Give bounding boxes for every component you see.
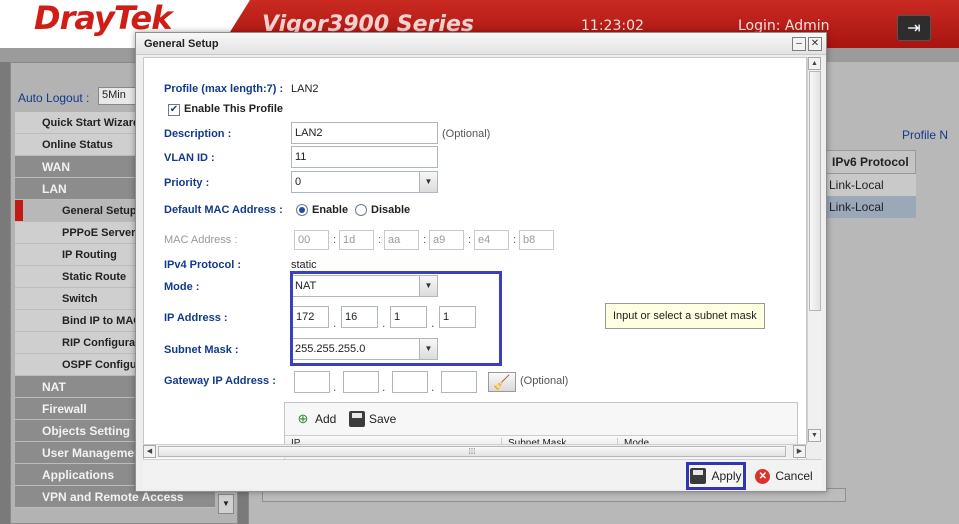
- mac-octet-1[interactable]: 00: [294, 230, 329, 250]
- sidebar-item-user-management[interactable]: User Management: [15, 442, 135, 464]
- vlan-id-input[interactable]: 11: [291, 146, 438, 168]
- mode-label: Mode :: [164, 281, 200, 293]
- default-mac-enable-label: Enable: [312, 204, 349, 216]
- scroll-down-icon[interactable]: ▼: [808, 429, 821, 442]
- ipv4-protocol-label: IPv4 Protocol :: [164, 259, 242, 271]
- enable-profile-checkbox[interactable]: ✔: [168, 104, 180, 116]
- sidebar-item-rip-configuration[interactable]: RIP Configuration: [15, 332, 135, 354]
- description-optional-hint: (Optional): [442, 128, 491, 140]
- apply-button-label: Apply: [711, 469, 742, 483]
- sidebar-item-online-status[interactable]: Online Status: [15, 134, 135, 156]
- mac-octet-6[interactable]: b8: [519, 230, 554, 250]
- apply-button[interactable]: Apply: [686, 462, 746, 490]
- sidebar-item-bind-ip-to-mac[interactable]: Bind IP to MAC: [15, 310, 135, 332]
- gateway-octet-1[interactable]: [294, 371, 330, 393]
- cancel-button[interactable]: ✕ Cancel: [751, 464, 817, 488]
- broom-icon[interactable]: 🧹: [488, 372, 516, 392]
- default-mac-disable-radio[interactable]: [355, 204, 367, 216]
- add-icon: ⊕: [297, 411, 309, 426]
- default-mac-label: Default MAC Address :: [164, 204, 283, 216]
- gateway-octet-4[interactable]: [441, 371, 477, 393]
- sidebar-item-lan[interactable]: LAN: [15, 178, 135, 200]
- general-setup-dialog: General Setup – ✕ Profile (max length:7)…: [135, 32, 827, 492]
- logout-icon[interactable]: ⇥: [897, 15, 931, 41]
- dialog-title-bar[interactable]: General Setup – ✕: [136, 33, 826, 55]
- sidebar-item-pppoe-server[interactable]: PPPoE Server: [15, 222, 135, 244]
- sidebar-item-wan[interactable]: WAN: [15, 156, 135, 178]
- dialog-content: Profile (max length:7) : LAN2 ✔ Enable T…: [143, 57, 807, 474]
- priority-label: Priority :: [164, 177, 210, 189]
- gateway-octet-3[interactable]: [392, 371, 428, 393]
- sidebar-item-general-setup[interactable]: General Setup: [15, 200, 135, 222]
- ipv4-protocol-value: static: [291, 259, 317, 271]
- dialog-title: General Setup: [144, 38, 219, 50]
- add-button[interactable]: ⊕ Add: [295, 411, 337, 427]
- sidebar-item-firewall[interactable]: Firewall: [15, 398, 135, 420]
- ipv6-protocol-header[interactable]: IPv6 Protocol: [826, 150, 916, 174]
- vertical-scroll-thumb[interactable]: [809, 71, 821, 311]
- scroll-right-icon[interactable]: ▶: [793, 445, 806, 458]
- ip-address-label: IP Address :: [164, 312, 228, 324]
- subnet-mask-label: Subnet Mask :: [164, 344, 239, 356]
- mac-address-label: MAC Address :: [164, 234, 238, 246]
- sidebar-scroll-down[interactable]: ▼: [218, 494, 234, 514]
- minimize-icon[interactable]: –: [792, 37, 806, 51]
- dialog-horizontal-scrollbar[interactable]: ◀ ⁞⁞⁞ ▶: [143, 444, 807, 458]
- save-icon: [349, 411, 365, 427]
- mac-octet-3[interactable]: aa: [384, 230, 419, 250]
- mac-octet-4[interactable]: a9: [429, 230, 464, 250]
- description-label: Description :: [164, 128, 232, 140]
- sidebar-item-quick-start-wizard[interactable]: Quick Start Wizard: [15, 112, 135, 134]
- profile-column-link[interactable]: Profile N: [902, 128, 948, 142]
- sidebar-item-static-route[interactable]: Static Route: [15, 266, 135, 288]
- table-row[interactable]: Link-Local: [826, 174, 916, 196]
- add-button-label: Add: [315, 412, 337, 426]
- close-icon[interactable]: ✕: [808, 37, 822, 51]
- sidebar-item-switch[interactable]: Switch: [15, 288, 135, 310]
- gateway-octet-2[interactable]: [343, 371, 379, 393]
- sidebar-item-nat[interactable]: NAT: [15, 376, 135, 398]
- highlight-box: [290, 271, 502, 366]
- dialog-vertical-scrollbar[interactable]: ▲ ▼: [807, 57, 822, 443]
- description-input[interactable]: LAN2: [291, 122, 438, 144]
- grid-save-button[interactable]: Save: [349, 411, 396, 427]
- profile-label: Profile (max length:7) :: [164, 83, 284, 95]
- save-button-label: Save: [369, 412, 397, 426]
- sidebar-item-ip-routing[interactable]: IP Routing: [15, 244, 135, 266]
- horizontal-scroll-thumb[interactable]: ⁞⁞⁞: [158, 446, 786, 457]
- priority-value: 0: [295, 176, 302, 188]
- sidebar-item-applications[interactable]: Applications: [15, 464, 135, 486]
- chevron-down-icon[interactable]: ▼: [419, 172, 437, 192]
- gateway-ip-label: Gateway IP Address :: [164, 375, 276, 387]
- scroll-up-icon[interactable]: ▲: [808, 57, 821, 70]
- gateway-optional-hint: (Optional): [520, 375, 569, 387]
- cancel-button-label: Cancel: [775, 469, 813, 483]
- vlan-id-label: VLAN ID :: [164, 152, 215, 164]
- sidebar-item-ospf-configuration[interactable]: OSPF Configuration: [15, 354, 135, 376]
- mac-octet-5[interactable]: e4: [474, 230, 509, 250]
- save-icon: [690, 468, 707, 484]
- sidebar-item-objects-setting[interactable]: Objects Setting: [15, 420, 135, 442]
- enable-profile-label: Enable This Profile: [184, 103, 284, 115]
- cancel-icon: ✕: [755, 468, 771, 484]
- default-mac-enable-radio[interactable]: [296, 204, 308, 216]
- default-mac-disable-label: Disable: [371, 204, 411, 216]
- priority-select[interactable]: 0 ▼: [291, 171, 438, 193]
- auto-logout-label: Auto Logout :: [18, 91, 90, 105]
- dialog-button-bar: Apply ✕ Cancel: [143, 459, 822, 490]
- scroll-left-icon[interactable]: ◀: [143, 445, 156, 458]
- subnet-mask-tooltip: Input or select a subnet mask: [605, 303, 765, 329]
- profile-value: LAN2: [291, 83, 319, 95]
- mac-octet-2[interactable]: 1d: [339, 230, 374, 250]
- table-row[interactable]: Link-Local: [826, 196, 916, 218]
